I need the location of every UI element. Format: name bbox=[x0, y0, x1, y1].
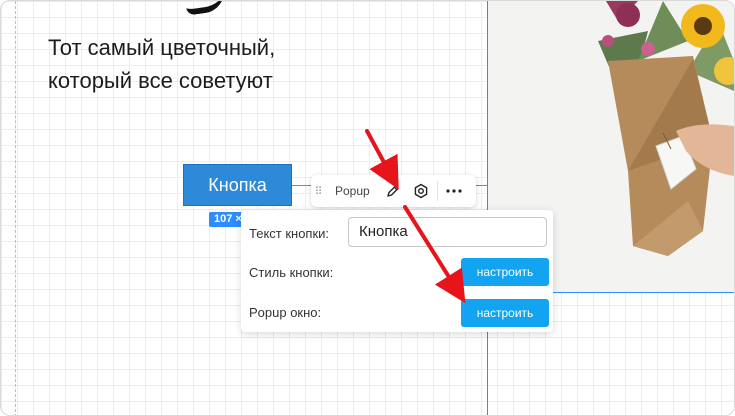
drag-handle-icon[interactable]: ⠿ bbox=[311, 175, 325, 207]
settings-button[interactable] bbox=[407, 177, 435, 205]
arrow-to-edit-icon bbox=[365, 129, 399, 190]
edit-button[interactable] bbox=[379, 177, 407, 205]
settings-icon bbox=[414, 183, 428, 199]
more-icon bbox=[446, 189, 462, 193]
button-settings-panel: Текст кнопки: Кнопка Стиль кнопки: настр… bbox=[241, 210, 553, 332]
connector-line-right bbox=[476, 185, 488, 186]
vertical-guide-line bbox=[487, 1, 488, 415]
button-element-label: Кнопка bbox=[208, 174, 267, 195]
more-options-button[interactable] bbox=[440, 177, 468, 205]
toolbar-separator bbox=[437, 181, 438, 201]
toolbar-type-label: Popup bbox=[335, 184, 370, 198]
decorative-swoosh bbox=[183, 1, 227, 16]
hero-text[interactable]: Тот самый цветочный, который все советую… bbox=[48, 31, 468, 97]
selected-button-element[interactable]: Кнопка bbox=[183, 164, 292, 206]
connector-line bbox=[291, 185, 311, 186]
element-toolbar: ⠿ Popup bbox=[311, 175, 476, 207]
popup-configure-button[interactable]: настроить bbox=[461, 299, 549, 327]
hero-line-2: который все советуют bbox=[48, 68, 273, 93]
hero-line-1: Тот самый цветочный, bbox=[48, 35, 276, 60]
pencil-icon bbox=[387, 185, 399, 197]
left-guide-line bbox=[15, 1, 16, 415]
style-label: Стиль кнопки: bbox=[249, 265, 334, 280]
style-configure-button[interactable]: настроить bbox=[461, 258, 549, 286]
popup-label: Popup окно: bbox=[249, 305, 322, 320]
editor-canvas[interactable]: Тот самый цветочный, который все советую… bbox=[0, 0, 735, 416]
button-text-input[interactable]: Кнопка bbox=[348, 217, 547, 247]
text-field-label: Текст кнопки: bbox=[249, 226, 330, 241]
